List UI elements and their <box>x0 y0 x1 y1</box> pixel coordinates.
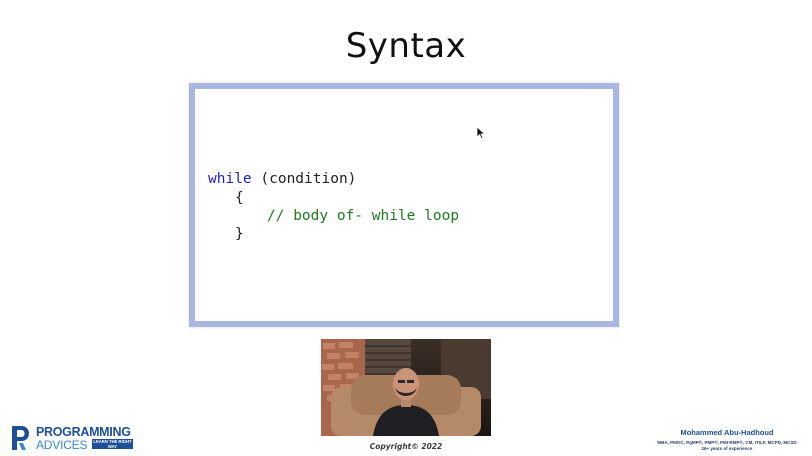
presenter-name: Mohammed Abu-Hadhoud <box>680 428 774 437</box>
code-line-1: while (condition) <box>208 171 356 187</box>
presenter-experience: 26+ years of experience <box>701 446 753 451</box>
logo-text-advices: ADVICES <box>36 438 88 452</box>
keyword-while: while <box>208 171 252 187</box>
logo-tagline: LEARN THE RIGHT WAY <box>92 439 133 449</box>
code-line-3-comment: // body of- while loop <box>267 208 460 224</box>
logo-text-programming: PROGRAMMING <box>36 425 131 439</box>
mouse-pointer-icon <box>476 126 486 140</box>
code-frame: while (condition) { // body of- while lo… <box>189 83 619 327</box>
presenter-credentials: MBA, PMOC, PgMP®, PMP®, PMI-RMP®, CM, IT… <box>657 440 797 445</box>
condition-text: (condition) <box>251 171 357 187</box>
programming-advices-logo: PROGRAMMING ADVICES LEARN THE RIGHT WAY <box>10 424 135 452</box>
code-line-4: } <box>235 226 244 242</box>
code-line-2: { <box>235 190 244 206</box>
logo-mark-icon <box>12 426 29 450</box>
presenter-webcam <box>321 339 491 436</box>
presenter-info: Mohammed Abu-Hadhoud MBA, PMOC, PgMP®, P… <box>652 428 802 451</box>
webcam-image <box>321 339 491 436</box>
slide-title: Syntax <box>345 26 467 66</box>
